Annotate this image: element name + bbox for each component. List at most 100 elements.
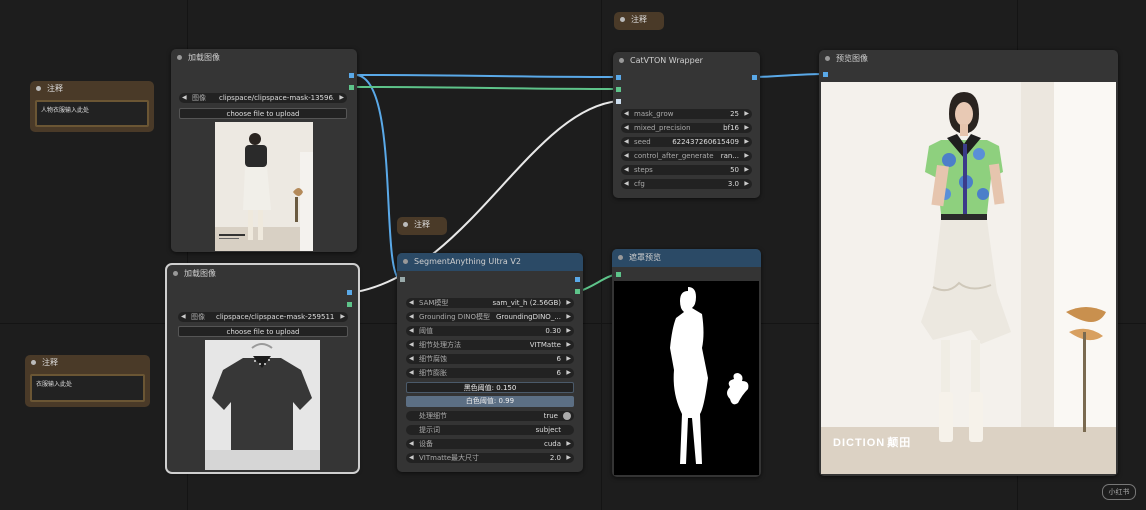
arrow-left-icon[interactable]: ◀ [409,368,414,378]
arrow-left-icon[interactable]: ◀ [624,123,629,133]
output-port-mask[interactable] [575,289,580,294]
toggle-knob-icon[interactable] [563,412,571,420]
arrow-right-icon[interactable]: ▶ [566,312,571,322]
detail-dilate-stepper[interactable]: ◀ 细节膨胀 6 ▶ [406,368,574,378]
node-title: CatVTON Wrapper [630,56,703,65]
output-port-image[interactable] [575,277,580,282]
input-port-image[interactable] [823,72,828,77]
device-select[interactable]: ◀ 设备 cuda ▶ [406,439,574,449]
arrow-right-icon[interactable]: ▶ [340,312,345,322]
image-select[interactable]: ◀ 图像 clipspace/clipspace-mask-13596... ▶ [179,93,347,103]
arrow-left-icon[interactable]: ◀ [624,109,629,119]
arrow-right-icon[interactable]: ▶ [566,368,571,378]
node-dot-icon [177,55,182,60]
arrow-right-icon[interactable]: ▶ [566,453,571,463]
vitmatte-max-size-stepper[interactable]: ◀ VITmatte最大尺寸 2.0 ▶ [406,453,574,463]
widget-value: true [543,412,558,420]
prompt-input[interactable]: 提示词 subject [406,425,574,435]
brand-name: DICTION [833,437,886,449]
arrow-left-icon[interactable]: ◀ [409,312,414,322]
arrow-right-icon[interactable]: ▶ [744,165,749,175]
widget-label: Grounding DINO模型 [419,313,490,321]
grounding-dino-select[interactable]: ◀ Grounding DINO模型 GroundingDINO_... ▶ [406,312,574,322]
note-left-1[interactable]: 注释 人物衣服输入此处 [30,81,154,132]
note-left-2[interactable]: 注释 衣服输入此处 [25,355,150,407]
widget-label: 处理细节 [419,412,447,420]
arrow-left-icon[interactable]: ◀ [409,340,414,350]
arrow-right-icon[interactable]: ▶ [744,151,749,161]
input-port-mask[interactable] [616,87,621,92]
image-select[interactable]: ◀ 图像 clipspace/clipspace-mask-259511... … [178,312,348,322]
node-title: 加载图像 [184,269,216,278]
note-top[interactable]: 注释 [614,12,664,30]
mask-preview-node[interactable]: 遮罩预览 [612,249,761,477]
arrow-right-icon[interactable]: ▶ [566,439,571,449]
arrow-left-icon[interactable]: ◀ [409,439,414,449]
widget-label: 提示词 [419,426,440,434]
black-point-slider[interactable]: 黑色阈值: 0.150 [406,382,574,393]
note-middle[interactable]: 注释 [397,217,447,235]
detail-erode-stepper[interactable]: ◀ 细节腐蚀 6 ▶ [406,354,574,364]
arrow-right-icon[interactable]: ▶ [744,123,749,133]
note-text-area[interactable]: 衣服输入此处 [30,374,145,402]
arrow-right-icon[interactable]: ▶ [744,179,749,189]
output-port-image[interactable] [752,75,757,80]
output-port-image[interactable] [349,73,354,78]
input-port-mask[interactable] [616,272,621,277]
arrow-left-icon[interactable]: ◀ [624,151,629,161]
white-point-slider[interactable]: 白色阈值: 0.99 [406,396,574,407]
detail-method-select[interactable]: ◀ 细节处理方法 VITMatte ▶ [406,340,574,350]
widget-value: ran... [720,152,739,160]
arrow-right-icon[interactable]: ▶ [744,137,749,147]
cfg-stepper[interactable]: ◀ cfg 3.0 ▶ [621,179,752,189]
arrow-right-icon[interactable]: ▶ [339,93,344,103]
seed-stepper[interactable]: ◀ seed 622437260615409 ▶ [621,137,752,147]
input-port-image[interactable] [616,75,621,80]
widget-label: 细节膨胀 [419,369,447,377]
arrow-right-icon[interactable]: ▶ [566,298,571,308]
catvton-wrapper-node[interactable]: CatVTON Wrapper ◀ mask_grow 25 ▶ ◀ mixed… [613,52,760,198]
widget-value: bf16 [723,124,739,132]
input-port-refer-image[interactable] [616,99,621,104]
output-port-mask[interactable] [349,85,354,90]
widget-value: VITMatte [529,341,561,349]
arrow-left-icon[interactable]: ◀ [409,298,414,308]
arrow-right-icon[interactable]: ▶ [566,326,571,336]
note-dot-icon [403,222,408,227]
output-port-mask[interactable] [347,302,352,307]
segment-anything-node[interactable]: SegmentAnything Ultra V2 ◀ SAM模型 sam_vit… [397,253,583,472]
arrow-left-icon[interactable]: ◀ [624,165,629,175]
threshold-stepper[interactable]: ◀ 阈值 0.30 ▶ [406,326,574,336]
load-image-node-2[interactable]: 加载图像 ◀ 图像 clipspace/clipspace-mask-25951… [165,263,360,474]
load-image-node-1[interactable]: 加载图像 ◀ 图像 clipspace/clipspace-mask-13596… [171,49,357,252]
process-detail-toggle[interactable]: 处理细节 true [406,411,574,421]
arrow-left-icon[interactable]: ◀ [181,312,186,322]
arrow-left-icon[interactable]: ◀ [182,93,187,103]
upload-button[interactable]: choose file to upload [179,108,347,119]
arrow-left-icon[interactable]: ◀ [624,179,629,189]
arrow-left-icon[interactable]: ◀ [409,326,414,336]
sam-model-select[interactable]: ◀ SAM模型 sam_vit_h (2.56GB) ▶ [406,298,574,308]
node-title: 加载图像 [188,53,220,62]
arrow-right-icon[interactable]: ▶ [566,340,571,350]
note-dot-icon [620,17,625,22]
upload-button[interactable]: choose file to upload [178,326,348,337]
mixed-precision-select[interactable]: ◀ mixed_precision bf16 ▶ [621,123,752,133]
note-text-area[interactable]: 人物衣服输入此处 [35,100,149,127]
note-title: 注释 [42,358,58,367]
arrow-left-icon[interactable]: ◀ [409,354,414,364]
wire-image1-to-catvton [355,74,619,78]
arrow-right-icon[interactable]: ▶ [566,354,571,364]
widget-label: mask_grow [634,110,674,118]
control-after-generate-select[interactable]: ◀ control_after_generate ran... ▶ [621,151,752,161]
output-port-image[interactable] [347,290,352,295]
widget-value: 6 [556,355,561,363]
arrow-left-icon[interactable]: ◀ [409,453,414,463]
arrow-right-icon[interactable]: ▶ [744,109,749,119]
widget-label: control_after_generate [634,152,714,160]
mask-grow-stepper[interactable]: ◀ mask_grow 25 ▶ [621,109,752,119]
steps-stepper[interactable]: ◀ steps 50 ▶ [621,165,752,175]
input-port-image[interactable] [400,277,405,282]
preview-image-node[interactable]: 预览图像 DICTION 颠田 [819,50,1118,476]
arrow-left-icon[interactable]: ◀ [624,137,629,147]
